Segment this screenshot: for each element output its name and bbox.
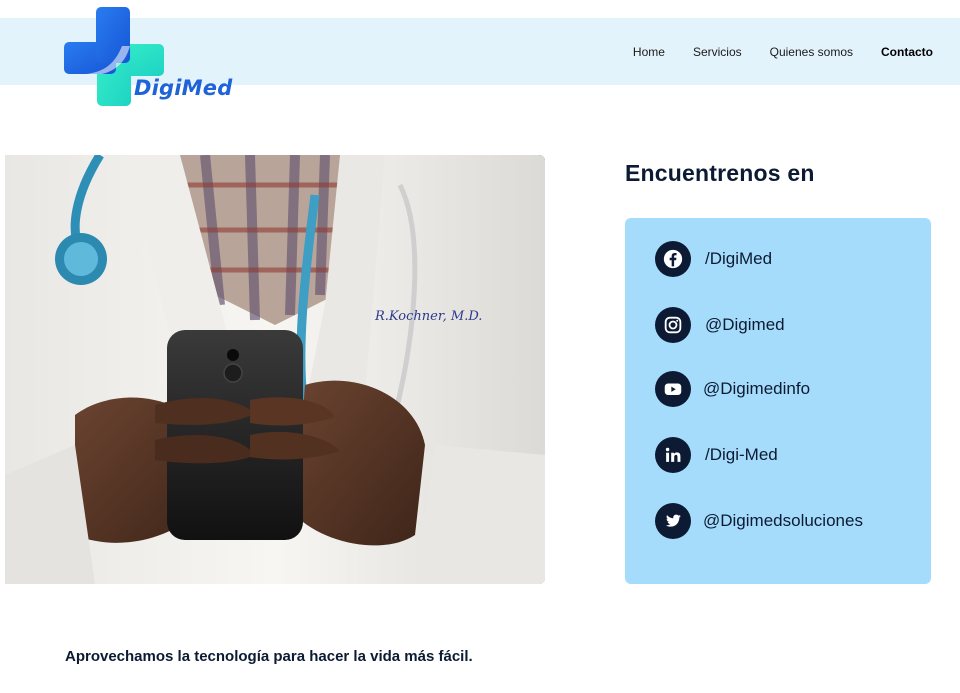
facebook-icon <box>655 241 691 277</box>
social-label-instagram: @Digimed <box>705 315 785 334</box>
instagram-icon <box>655 307 691 343</box>
contact-page: DigiMed Home Servicios Quienes somos Con… <box>0 0 960 693</box>
social-label-youtube: @Digimedinfo <box>703 379 811 398</box>
nav-quienes-somos[interactable]: Quienes somos <box>770 45 853 59</box>
tagline: Aprovechamos la tecnología para hacer la… <box>65 648 473 665</box>
linkedin-icon <box>655 437 691 473</box>
logo-text: DigiMed <box>134 76 233 100</box>
svg-text:R.Kochner, M.D.: R.Kochner, M.D. <box>374 309 482 324</box>
social-youtube[interactable]: @Digimedinfo <box>655 371 810 407</box>
logo[interactable]: DigiMed <box>62 6 232 110</box>
section-title: Encuentrenos en <box>625 160 815 186</box>
social-label-twitter: @Digimedsoluciones <box>703 511 863 530</box>
nav-home[interactable]: Home <box>633 45 665 59</box>
social-twitter[interactable]: @Digimedsoluciones <box>655 503 863 539</box>
youtube-icon <box>655 371 691 407</box>
social-linkedin[interactable]: /Digi-Med <box>655 437 778 473</box>
doctor-phone-photo: R.Kochner, M.D. <box>5 155 545 584</box>
main-nav: Home Servicios Quienes somos Contacto <box>633 18 933 85</box>
twitter-icon <box>655 503 691 539</box>
social-label-facebook: /DigiMed <box>705 249 773 268</box>
social-facebook[interactable]: /DigiMed <box>655 241 772 277</box>
social-instagram[interactable]: @Digimed <box>655 307 785 343</box>
social-card: /DigiMed @Digimed @Digimedinfo /Digi-Med <box>625 218 931 584</box>
nav-servicios[interactable]: Servicios <box>693 45 742 59</box>
nav-contacto[interactable]: Contacto <box>881 45 933 59</box>
social-label-linkedin: /Digi-Med <box>705 445 778 464</box>
